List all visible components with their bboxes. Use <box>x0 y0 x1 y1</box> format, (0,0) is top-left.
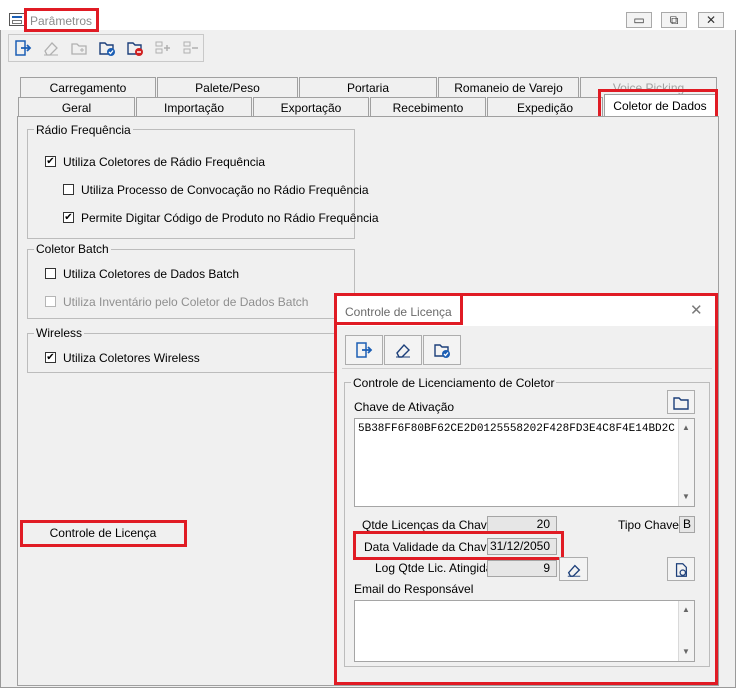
batch-label-1: Utiliza Coletores de Dados Batch <box>63 267 240 281</box>
view-log-button[interactable] <box>667 557 695 581</box>
email-scroll-down-icon[interactable]: ▼ <box>678 645 694 659</box>
tipo-field: B <box>679 516 695 533</box>
rf-label-2: Utiliza Processo de Convocação no Rádio … <box>81 183 369 197</box>
wireless-title: Wireless <box>34 326 85 340</box>
rf-label-1: Utiliza Coletores de Rádio Frequência <box>63 155 266 169</box>
save-folder-icon[interactable] <box>95 37 119 59</box>
remove-item-icon[interactable] <box>179 37 203 59</box>
rf-checkbox-1[interactable]: ✔ <box>45 156 56 167</box>
chave-scroll-up-icon[interactable]: ▲ <box>678 421 694 435</box>
dialog-exit-icon[interactable] <box>345 335 383 365</box>
rf-checkbox-2[interactable] <box>63 184 74 195</box>
maximize-button[interactable]: ⧉ <box>661 12 687 28</box>
email-label: Email do Responsável <box>354 582 474 596</box>
rf-checkbox-3[interactable]: ✔ <box>63 212 74 223</box>
licenciamento-title: Controle de Licenciamento de Coletor <box>351 376 557 390</box>
tab-romaneio-de-varejo[interactable]: Romaneio de Varejo <box>438 77 579 97</box>
close-button[interactable]: ✕ <box>698 12 724 28</box>
document-search-icon <box>675 563 687 577</box>
log-field: 9 <box>487 560 557 577</box>
new-folder-icon[interactable] <box>67 37 91 59</box>
clear-log-button[interactable] <box>559 557 588 581</box>
highlight-data-validade <box>353 531 564 560</box>
highlight-window-title <box>24 8 99 32</box>
log-label: Log Qtde Lic. Atingida <box>375 561 493 575</box>
batch-label-2: Utiliza Inventário pelo Coletor de Dados… <box>63 295 309 309</box>
delete-folder-icon[interactable] <box>123 37 147 59</box>
batch-checkbox-2[interactable] <box>45 296 56 307</box>
tipo-label: Tipo Chave <box>618 518 679 532</box>
tab-importacao[interactable]: Importação <box>136 97 252 117</box>
batch-checkbox-1[interactable] <box>45 268 56 279</box>
radio-frequencia-title: Rádio Frequência <box>34 123 133 137</box>
qtde-label: Qtde Licenças da Chave <box>362 518 494 532</box>
open-folder-button[interactable] <box>667 390 695 414</box>
tab-carregamento[interactable]: Carregamento <box>20 77 156 97</box>
dialog-eraser-icon[interactable] <box>384 335 422 365</box>
tab-expedicao[interactable]: Expedição <box>487 97 603 117</box>
highlight-dialog-title <box>334 293 463 325</box>
wireless-label-1: Utiliza Coletores Wireless <box>63 351 200 365</box>
chave-label: Chave de Ativação <box>354 400 455 414</box>
open-folder-icon <box>673 397 689 410</box>
dialog-save-folder-icon[interactable] <box>423 335 461 365</box>
minimize-button[interactable]: ▭ <box>626 12 652 28</box>
eraser-icon[interactable] <box>39 37 63 59</box>
app-icon <box>9 13 25 26</box>
chave-scroll-down-icon[interactable]: ▼ <box>678 490 694 504</box>
rf-label-3: Permite Digitar Código de Produto no Rád… <box>81 211 379 225</box>
email-scroll-up-icon[interactable]: ▲ <box>678 603 694 617</box>
tab-recebimento[interactable]: Recebimento <box>370 97 486 117</box>
tab-portaria[interactable]: Portaria <box>299 77 437 97</box>
exit-icon[interactable] <box>11 37 35 59</box>
wireless-checkbox-1[interactable]: ✔ <box>45 352 56 363</box>
eraser-icon <box>567 564 580 577</box>
add-item-icon[interactable] <box>151 37 175 59</box>
chave-value: 5B38FF6F80BF62CE2D0125558202F428FD3E4C8F… <box>358 423 675 435</box>
coletor-batch-title: Coletor Batch <box>34 242 111 256</box>
tab-exportacao[interactable]: Exportação <box>253 97 369 117</box>
email-textarea[interactable] <box>354 600 695 662</box>
tab-geral[interactable]: Geral <box>18 97 135 117</box>
highlight-controle-licenca-button <box>20 520 187 547</box>
tab-palete-peso[interactable]: Palete/Peso <box>157 77 298 97</box>
